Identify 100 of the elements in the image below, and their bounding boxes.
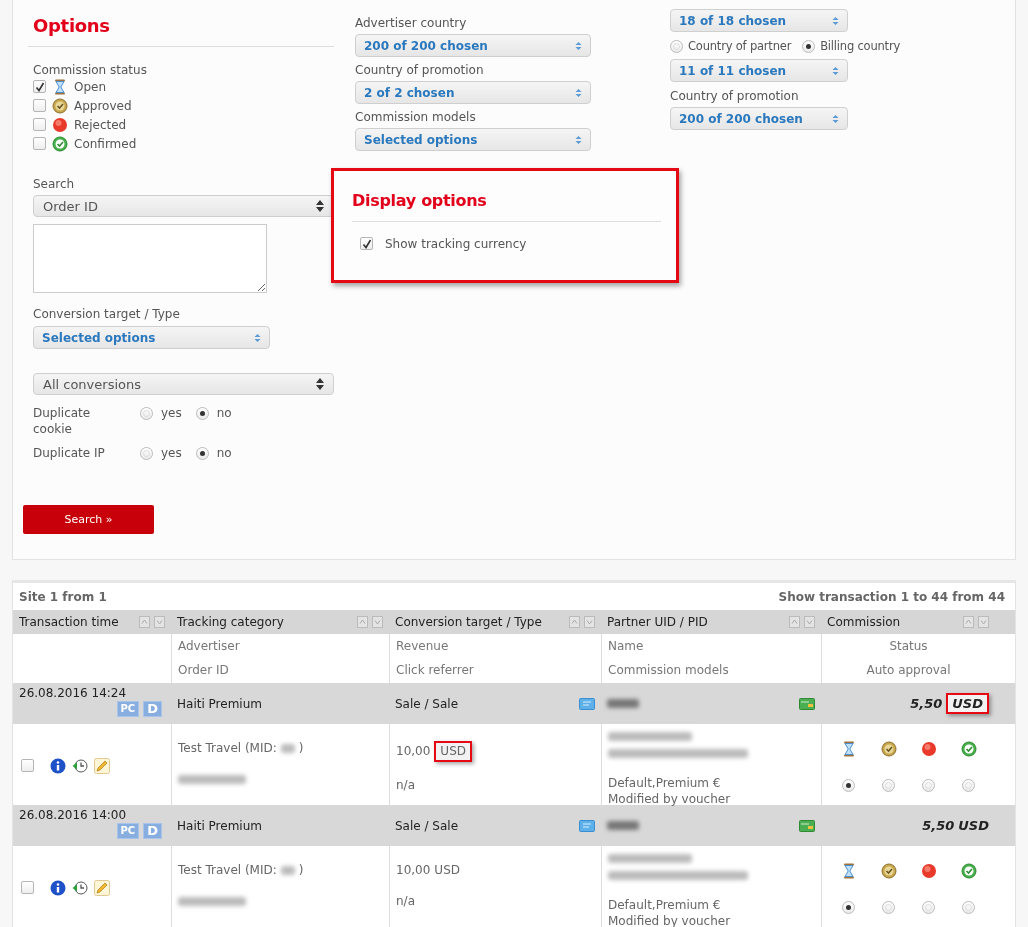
advertiser-name: Test Travel (MID: bbox=[178, 863, 277, 878]
info-icon[interactable] bbox=[50, 757, 66, 774]
radio-button[interactable] bbox=[842, 779, 855, 792]
radio-label: yes bbox=[161, 446, 182, 460]
pencil-icon[interactable] bbox=[94, 879, 110, 896]
column-header[interactable]: Conversion target / Type bbox=[395, 615, 565, 629]
radio-button[interactable] bbox=[670, 39, 683, 53]
radio-label: Billing country bbox=[820, 39, 901, 53]
radio-button[interactable] bbox=[882, 779, 895, 792]
sort-down-icon[interactable] bbox=[372, 616, 383, 628]
checkbox-label: Open bbox=[74, 79, 107, 94]
sort-down-icon[interactable] bbox=[804, 616, 815, 628]
multi-select-dropdown[interactable]: 200 of 200 chosen bbox=[355, 34, 591, 57]
check-circle-icon bbox=[880, 863, 897, 879]
column-header[interactable]: Commission bbox=[827, 615, 959, 629]
conversion-target-dropdown[interactable]: Selected options bbox=[33, 326, 270, 349]
commission-models: Default,Premium € bbox=[608, 898, 722, 913]
checkbox[interactable] bbox=[33, 99, 46, 112]
card-icon bbox=[579, 697, 595, 710]
select-arrows-icon bbox=[316, 378, 324, 390]
sort-down-icon[interactable] bbox=[154, 616, 165, 628]
redacted-text bbox=[178, 775, 246, 784]
radio-button[interactable] bbox=[140, 446, 153, 460]
conversion-type: Sale / Sale bbox=[395, 696, 459, 711]
redacted-text bbox=[280, 866, 295, 875]
device-badge: PC bbox=[116, 823, 140, 839]
currency-code: USD bbox=[958, 818, 989, 833]
radio-button[interactable] bbox=[922, 779, 935, 792]
checkbox[interactable] bbox=[21, 881, 34, 894]
column-subheader: Order ID bbox=[178, 662, 230, 679]
field-label: Conversion target / Type bbox=[33, 307, 181, 321]
radio-button[interactable] bbox=[140, 406, 153, 420]
multi-select-dropdown[interactable]: Selected options bbox=[355, 128, 591, 151]
section-title: Options bbox=[33, 15, 111, 37]
check-circle-icon bbox=[960, 741, 977, 757]
field-label: Search bbox=[33, 177, 76, 191]
multi-select-dropdown[interactable]: 11 of 11 chosen bbox=[670, 59, 848, 82]
radio-button[interactable] bbox=[882, 901, 895, 914]
radio-button[interactable] bbox=[195, 406, 209, 420]
search-type-dropdown[interactable]: Order ID bbox=[33, 195, 334, 217]
checkbox[interactable] bbox=[33, 80, 46, 93]
radio-button[interactable] bbox=[962, 901, 975, 914]
sort-down-icon[interactable] bbox=[584, 616, 595, 628]
radio-button[interactable] bbox=[962, 779, 975, 792]
dot-icon bbox=[920, 741, 937, 757]
multi-select-dropdown[interactable]: 200 of 200 chosen bbox=[670, 107, 848, 130]
column-subheader: Auto approval bbox=[865, 662, 952, 679]
column-subheader: Name bbox=[608, 638, 645, 655]
currency-code: USD bbox=[434, 863, 460, 878]
conversions-dropdown[interactable]: All conversions bbox=[33, 373, 334, 395]
select-arrows-icon bbox=[832, 15, 839, 26]
field-label: Country of promotion bbox=[670, 89, 800, 103]
radio-button[interactable] bbox=[195, 446, 209, 460]
device-badge: PC bbox=[116, 701, 140, 717]
click-referrer: n/a bbox=[396, 778, 416, 793]
redacted-text bbox=[178, 897, 246, 906]
commission-amount: 5,50 bbox=[922, 818, 955, 833]
tick-icon bbox=[361, 238, 372, 249]
info-icon[interactable] bbox=[50, 879, 66, 896]
checkbox[interactable] bbox=[33, 137, 46, 150]
multi-select-dropdown[interactable]: 18 of 18 chosen bbox=[670, 9, 848, 32]
clock-icon[interactable] bbox=[72, 757, 88, 774]
column-header[interactable]: Tracking category bbox=[177, 615, 353, 629]
radio-label: no bbox=[216, 406, 232, 420]
search-button[interactable]: Search » bbox=[23, 505, 154, 534]
field-label: Duplicate cookie bbox=[33, 405, 92, 437]
dot-icon bbox=[920, 863, 937, 879]
redacted-text bbox=[607, 699, 639, 708]
sort-down-icon[interactable] bbox=[978, 616, 989, 628]
select-arrows-icon bbox=[254, 332, 261, 343]
tracking-category: Haiti Premium bbox=[177, 818, 262, 833]
advertiser-name: ) bbox=[298, 741, 304, 756]
search-input-field[interactable] bbox=[33, 224, 267, 293]
sort-up-icon[interactable] bbox=[963, 616, 974, 628]
clock-icon[interactable] bbox=[72, 879, 88, 896]
multi-select-dropdown[interactable]: 2 of 2 chosen bbox=[355, 81, 591, 104]
checkbox-label: Rejected bbox=[74, 117, 127, 132]
select-arrows-icon bbox=[832, 113, 839, 124]
column-header[interactable]: Partner UID / PID bbox=[607, 615, 785, 629]
click-referrer: n/a bbox=[396, 894, 416, 909]
page-indicator: Site 1 from 1 bbox=[19, 589, 107, 604]
pencil-icon[interactable] bbox=[94, 757, 110, 774]
field-label: Commission status bbox=[33, 63, 148, 77]
currency-code: USD bbox=[440, 744, 466, 758]
checkbox[interactable] bbox=[33, 118, 46, 131]
checkbox[interactable] bbox=[21, 759, 34, 772]
radio-button[interactable] bbox=[922, 901, 935, 914]
sort-up-icon[interactable] bbox=[357, 616, 368, 628]
column-subheader: Advertiser bbox=[178, 638, 241, 655]
sort-up-icon[interactable] bbox=[569, 616, 580, 628]
select-arrows-icon bbox=[575, 134, 582, 145]
select-arrows-icon bbox=[575, 40, 582, 51]
column-header[interactable]: Transaction time bbox=[19, 615, 135, 629]
checkbox[interactable] bbox=[360, 237, 373, 250]
radio-button[interactable] bbox=[802, 39, 816, 53]
field-label: Country of promotion bbox=[355, 63, 485, 77]
sort-up-icon[interactable] bbox=[139, 616, 150, 628]
sort-up-icon[interactable] bbox=[789, 616, 800, 628]
radio-button[interactable] bbox=[842, 901, 855, 914]
card-icon bbox=[799, 819, 815, 832]
